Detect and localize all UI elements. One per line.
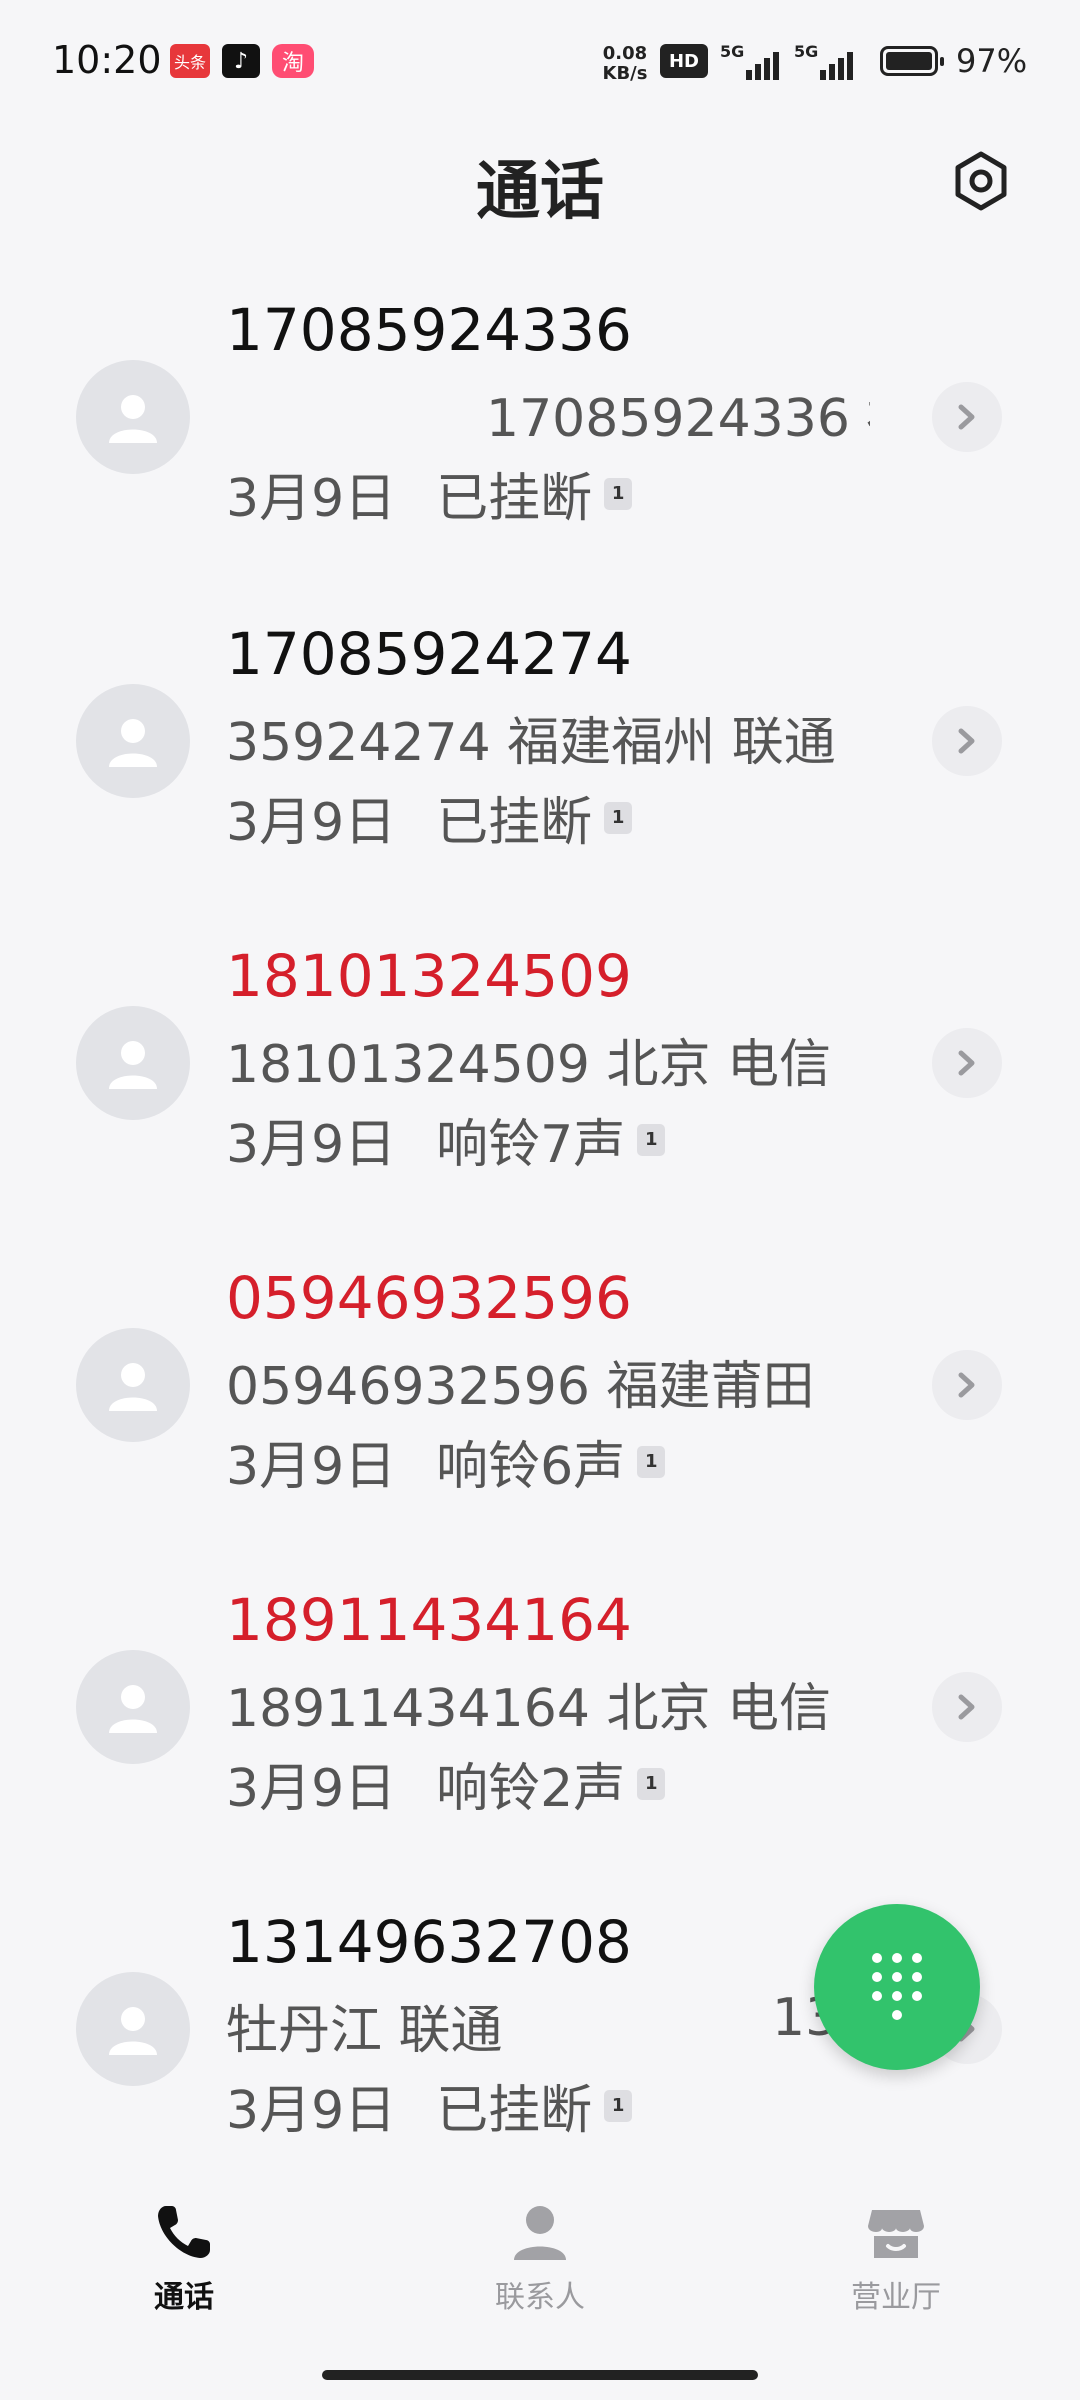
dialpad-button[interactable] xyxy=(814,1904,980,2070)
call-date: 3月9日 xyxy=(226,2081,397,2141)
battery-percent: 97% xyxy=(956,42,1028,80)
sim-card-icon: 1 xyxy=(604,477,633,510)
phone-icon xyxy=(158,2206,210,2258)
call-number: 18911434164 xyxy=(226,1586,632,1654)
network-speed-value: 0.08 xyxy=(602,43,648,64)
avatar xyxy=(76,1006,190,1120)
call-log-item[interactable]: 18911434164 18911434164 北京 电信 3月9日 响铃2声 … xyxy=(0,1580,1080,1900)
chevron-right-icon xyxy=(958,1694,975,1720)
signal-1-icon: 5G xyxy=(720,42,786,82)
person-icon xyxy=(514,2206,566,2260)
call-detail-button[interactable] xyxy=(932,382,1002,452)
status-time: 10:20 xyxy=(52,38,162,82)
chevron-right-icon xyxy=(958,1372,975,1398)
call-status: 已挂断 xyxy=(436,2081,593,2141)
call-detail-button[interactable] xyxy=(932,1672,1002,1742)
call-meta: 3月9日 响铃7声 1 xyxy=(226,1102,666,1177)
chevron-right-icon xyxy=(958,404,975,430)
call-status: 响铃7声 xyxy=(436,1115,626,1175)
tab-contacts-label: 联系人 xyxy=(495,2280,585,2315)
signal-1-label: 5G xyxy=(720,42,745,61)
call-log-item[interactable]: 05946932596 05946932596 福建莆田 3月9日 响铃6声 1 xyxy=(0,1258,1080,1578)
call-detail: 05946932596 福建莆田 xyxy=(226,1357,815,1417)
call-meta: 3月9日 已挂断 1 xyxy=(226,456,633,531)
call-log-item[interactable]: 17085924274 35924274 福建福州 联通 3月9日 已挂断 1 xyxy=(0,614,1080,934)
hd-voice-icon: HD xyxy=(660,44,708,78)
dialpad-icon xyxy=(872,1953,922,2020)
chevron-right-icon xyxy=(958,728,975,754)
network-speed-unit: KB/s xyxy=(602,63,648,84)
tab-service-hall-label: 营业厅 xyxy=(851,2280,941,2315)
tab-contacts[interactable]: 联系人 xyxy=(440,2200,640,2316)
chevron-right-icon xyxy=(958,1050,975,1076)
sim-card-icon: 1 xyxy=(637,1123,666,1156)
call-date: 3月9日 xyxy=(226,1437,397,1497)
signal-2-icon: 5G xyxy=(794,42,860,82)
call-number: 05946932596 xyxy=(226,1264,632,1332)
battery-icon xyxy=(880,46,944,76)
call-date: 3月9日 xyxy=(226,1115,397,1175)
call-detail-button[interactable] xyxy=(932,1350,1002,1420)
gear-icon[interactable] xyxy=(950,150,1012,212)
tab-calls[interactable]: 通话 xyxy=(84,2200,284,2316)
call-date: 3月9日 xyxy=(226,1759,397,1819)
call-detail-button[interactable] xyxy=(932,706,1002,776)
avatar xyxy=(76,1328,190,1442)
call-detail: 牡丹江 联通 xyxy=(226,2001,503,2061)
call-meta: 3月9日 响铃2声 1 xyxy=(226,1746,666,1821)
sim-card-icon: 1 xyxy=(604,2089,633,2122)
tab-service-hall[interactable]: 营业厅 xyxy=(796,2200,996,2316)
avatar xyxy=(76,360,190,474)
call-number: 17085924274 xyxy=(226,620,632,688)
sim-card-icon: 1 xyxy=(637,1445,666,1478)
call-meta: 3月9日 响铃6声 1 xyxy=(226,1424,666,1499)
home-indicator[interactable] xyxy=(322,2370,758,2380)
call-log-item[interactable]: 18101324509 18101324509 北京 电信 3月9日 响铃7声 … xyxy=(0,936,1080,1256)
call-number: 18101324509 xyxy=(226,942,632,1010)
call-date: 3月9日 xyxy=(226,793,397,853)
toutiao-app-icon: 头条 xyxy=(170,44,210,78)
call-meta: 3月9日 已挂断 1 xyxy=(226,780,633,855)
call-status: 响铃2声 xyxy=(436,1759,626,1819)
avatar xyxy=(76,1972,190,2086)
call-detail: 18911434164 北京 电信 xyxy=(226,1679,831,1739)
sim-card-icon: 1 xyxy=(637,1767,666,1800)
page-title: 通话 xyxy=(476,155,604,229)
network-speed: 0.08 KB/s xyxy=(596,44,654,84)
call-detail: 35924274 福建福州 联通 xyxy=(226,713,836,773)
call-status: 已挂断 xyxy=(436,469,593,529)
bottom-nav: 通话 联系人 营业厅 xyxy=(0,2170,1080,2400)
call-status: 响铃6声 xyxy=(436,1437,626,1497)
tiktok-app-icon: ♪ xyxy=(222,44,260,78)
call-number: 17085924336 xyxy=(226,296,632,364)
call-status: 已挂断 xyxy=(436,793,593,853)
signal-2-label: 5G xyxy=(794,42,819,61)
call-meta: 3月9日 已挂断 1 xyxy=(226,2068,633,2143)
call-log-item[interactable]: 17085924336 17085924336 福建 3月9日 已挂断 1 xyxy=(0,290,1080,610)
call-date: 3月9日 xyxy=(226,469,397,529)
tab-calls-label: 通话 xyxy=(154,2280,214,2315)
call-detail-button[interactable] xyxy=(932,1028,1002,1098)
call-number: 13149632708 xyxy=(226,1908,632,1976)
taobao-app-icon: 淘 xyxy=(272,44,314,78)
store-icon xyxy=(868,2210,924,2258)
status-bar: 10:20 头条 ♪ 淘 0.08 KB/s HD 5G 5G 97% xyxy=(0,0,1080,120)
avatar xyxy=(76,1650,190,1764)
call-detail: 18101324509 北京 电信 xyxy=(226,1035,831,1095)
call-detail: 17085924336 福建 xyxy=(486,389,870,449)
sim-card-icon: 1 xyxy=(604,801,633,834)
avatar xyxy=(76,684,190,798)
